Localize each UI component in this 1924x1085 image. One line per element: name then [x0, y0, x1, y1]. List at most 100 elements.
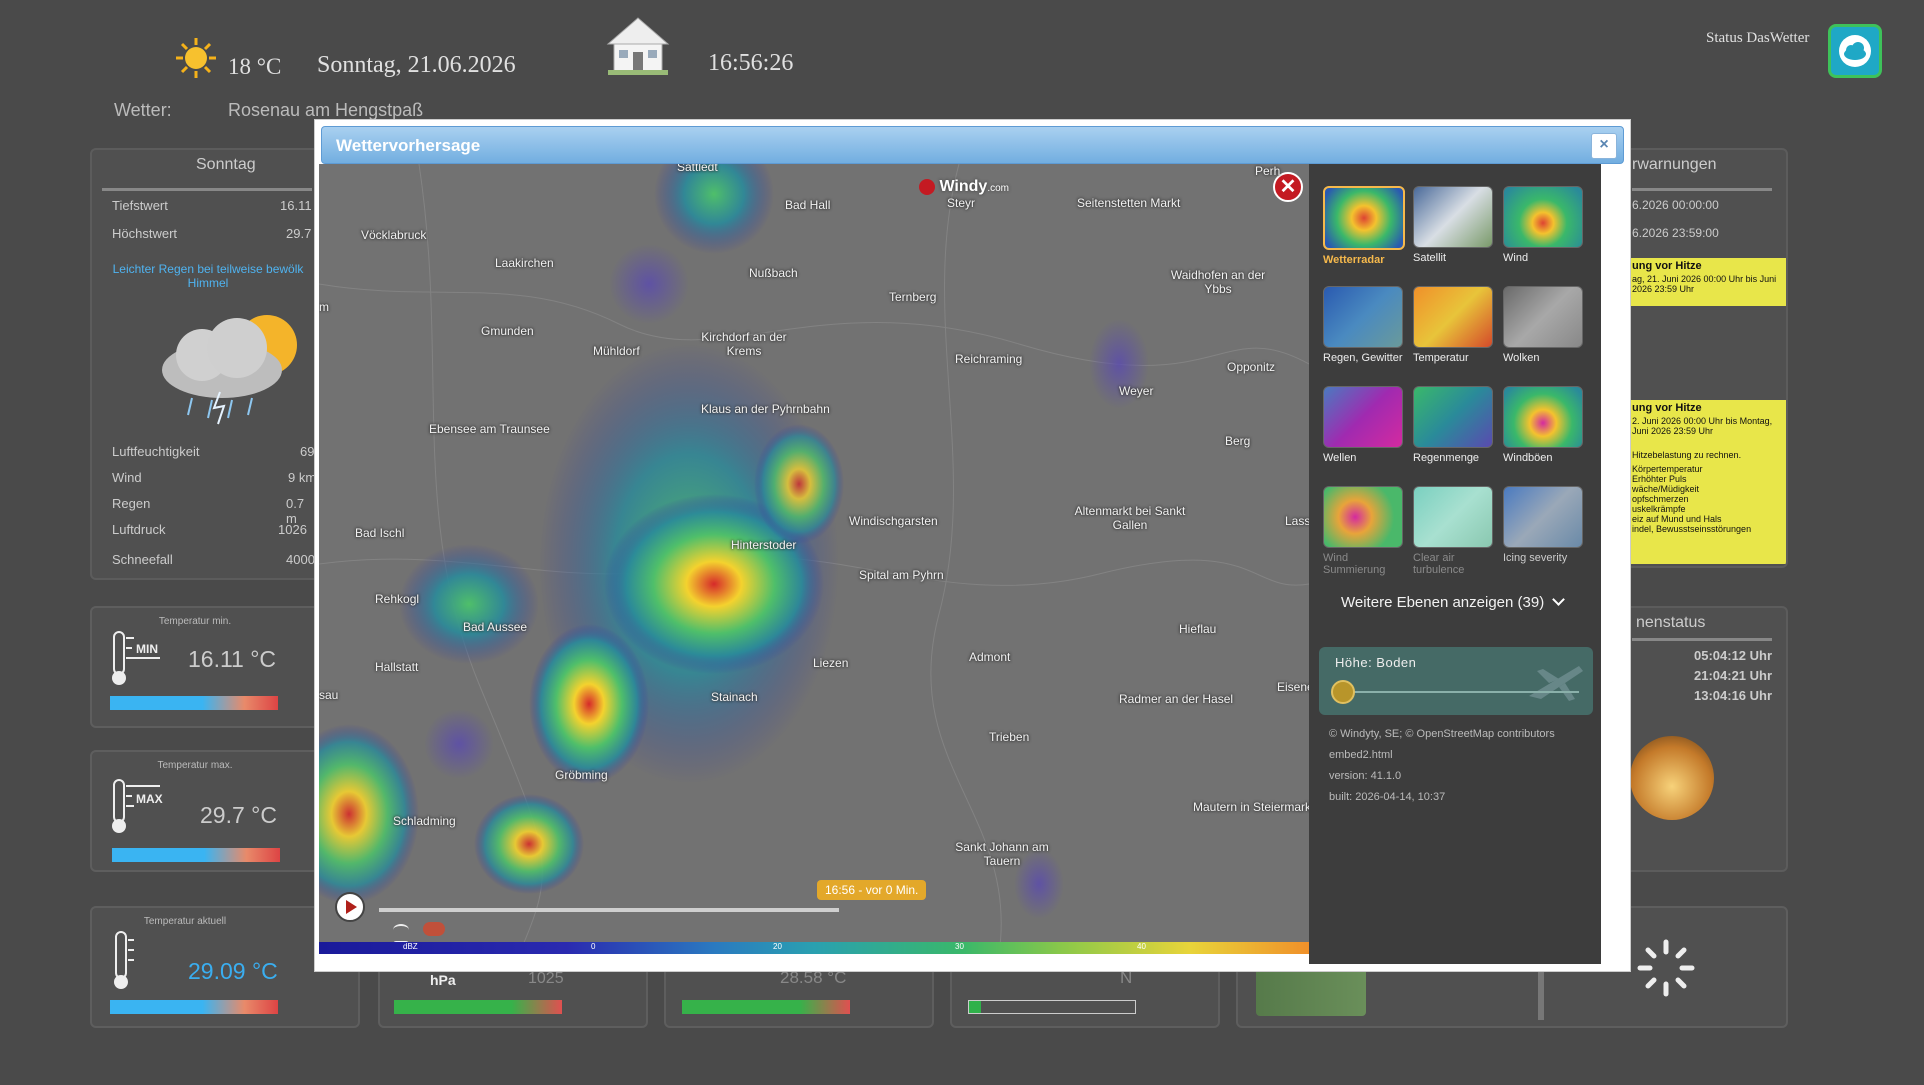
town-label: Trieben — [989, 730, 1030, 744]
scale-tick: 40 — [1137, 942, 1146, 951]
town-label: Klaus an der Pyhrnbahn — [701, 402, 830, 416]
thermometer-current-icon — [112, 930, 142, 992]
cloud-status-icon[interactable] — [1828, 24, 1882, 78]
loading-spinner-icon — [1636, 938, 1696, 998]
sunset-tree-image — [1630, 736, 1714, 820]
rain-label: Regen — [112, 496, 151, 511]
radar-thumb — [1323, 186, 1405, 250]
heat-warning-2-title: ung vor Hitze — [1632, 402, 1702, 414]
town-label: Radmer an der Hasel — [1119, 692, 1234, 706]
credits-text: © Windyty, SE; © OpenStreetMap contribut… — [1329, 728, 1555, 740]
snowfall-label: Schneefall — [112, 552, 173, 567]
layer-label: Temperatur — [1413, 352, 1469, 364]
timeline-label[interactable]: 16:56 - vor 0 Min. — [817, 880, 927, 900]
layer-wind-summierung[interactable]: Wind Summierung — [1323, 486, 1403, 576]
windy-logo-suffix: .com — [987, 183, 1009, 194]
temp-min-value: 16.11 °C — [188, 646, 277, 672]
slow-speed-icon[interactable] — [393, 924, 409, 936]
more-layers-button[interactable]: Weitere Ebenen anzeigen (39) — [1341, 593, 1566, 611]
chevron-down-icon — [1552, 593, 1566, 606]
height-slider-handle[interactable] — [1331, 680, 1355, 704]
layer-temperatur[interactable]: Temperatur — [1413, 286, 1493, 364]
radar-scale: dBZ 0 20 30 40 — [319, 942, 1309, 954]
symptom-6: eiz auf Mund und Hals — [1632, 514, 1722, 524]
sun-status-panel: nenstatus 05:04:12 Uhr 21:04:21 Uhr 13:0… — [1620, 606, 1788, 872]
town-label: Admont — [969, 650, 1011, 664]
weather-label: Wetter: — [114, 100, 172, 120]
rain-cloud-icon — [142, 300, 312, 430]
town-label: Laakirchen — [495, 256, 554, 270]
town-label: Stainach — [711, 690, 758, 704]
layer-regen-gewitter[interactable]: Regen, Gewitter — [1323, 286, 1403, 364]
windy-logo-icon — [919, 178, 935, 195]
thermometer-max-icon — [110, 778, 164, 834]
humidity-value: 69 — [300, 444, 315, 459]
height-slider-track[interactable] — [1343, 691, 1579, 693]
town-label: Sankt Johann am Tauern — [955, 840, 1049, 868]
sun-status-title: nenstatus — [1636, 614, 1706, 631]
layer-wetterradar[interactable]: Wetterradar — [1323, 186, 1405, 266]
rain-thumb — [1323, 286, 1403, 348]
tiefstwert-label: Tiefstwert — [112, 198, 168, 213]
layer-wind[interactable]: Wind — [1503, 186, 1583, 264]
town-label: Waidhofen an der Ybbs — [1170, 268, 1266, 296]
header-date: Sonntag, 21.06.2026 — [317, 52, 516, 78]
medium-speed-icon[interactable] — [423, 922, 446, 936]
layer-label: Regenmenge — [1413, 452, 1480, 464]
forecast-day-panel: Sonntag Tiefstwert 16.11 Höchstwert 29.7… — [90, 148, 320, 580]
town-label: Perh — [1255, 164, 1281, 178]
layer-windboeen[interactable]: Windböen — [1503, 386, 1583, 464]
timeline-track[interactable] — [379, 908, 839, 912]
layer-icing-severity[interactable]: Icing severity — [1503, 486, 1583, 564]
town-label: Ternberg — [889, 290, 937, 304]
town-label: Hallstatt — [375, 660, 419, 674]
wind-thumb — [1503, 186, 1583, 248]
status-label: Status DasWetter — [1706, 30, 1810, 46]
scale-unit: dBZ — [403, 942, 418, 951]
town-label: Bad Hall — [785, 198, 831, 212]
temp-max-bar — [112, 848, 280, 862]
symptom-1: Körpertemperatur — [1632, 464, 1703, 474]
house-icon[interactable] — [606, 16, 670, 76]
layer-clear-air-turbulence[interactable]: Clear air turbulence — [1413, 486, 1493, 576]
town-label: Eisene — [1277, 680, 1309, 694]
town-label: Liezen — [813, 656, 849, 670]
temp-other-bar — [682, 1000, 850, 1014]
more-layers-label: Weitere Ebenen anzeigen (39) — [1341, 594, 1545, 611]
town-label: Weyer — [1119, 384, 1154, 398]
town-label: Mautern in Steiermark — [1193, 800, 1309, 814]
radar-map[interactable]: Windy.com ✕ Sattledt Bad Hall Steyr Seit… — [319, 164, 1309, 954]
layer-label: Clear air turbulence — [1413, 552, 1465, 576]
forecast-modal: Wettervorhersage × Windy.com ✕ Sattledt … — [314, 119, 1631, 972]
play-button[interactable] — [335, 892, 365, 922]
heat-warning-2[interactable]: ung vor Hitze 2. Juni 2026 00:00 Uhr bis… — [1628, 400, 1786, 564]
town-label: Mühldorf — [593, 344, 640, 358]
layer-wolken[interactable]: Wolken — [1503, 286, 1583, 364]
layer-label: Satellit — [1413, 252, 1447, 264]
version-text: version: 41.1.0 — [1329, 770, 1402, 782]
town-label: Gröbming — [555, 768, 608, 782]
hoechstwert-value: 29.7 — [286, 226, 312, 241]
modal-close-button[interactable]: × — [1591, 133, 1617, 159]
waves-thumb — [1323, 386, 1403, 448]
scale-tick: 30 — [955, 942, 964, 951]
town-label: Bad Ischl — [355, 526, 405, 540]
temp-max-badge: MAX — [136, 792, 163, 806]
symptom-4: opfschmerzen — [1632, 494, 1689, 504]
layer-wellen[interactable]: Wellen — [1323, 386, 1403, 464]
layer-regenmenge[interactable]: Regenmenge — [1413, 386, 1493, 464]
height-label: Höhe: Boden — [1335, 655, 1417, 670]
heat-warning-1[interactable]: ung vor Hitze ag, 21. Juni 2026 00:00 Uh… — [1628, 258, 1786, 306]
town-label: Seitenstetten Markt — [1077, 196, 1181, 210]
day-title: Sonntag — [196, 156, 256, 173]
layer-label: Icing severity — [1503, 552, 1568, 564]
icing-thumb — [1503, 486, 1583, 548]
warnings-title: rwarnungen — [1632, 156, 1717, 173]
windy-logo[interactable]: Windy.com — [919, 178, 1009, 196]
wind-accumulation-thumb — [1323, 486, 1403, 548]
layer-satellit[interactable]: Satellit — [1413, 186, 1493, 264]
pressure-bar — [394, 1000, 562, 1014]
animation-icons[interactable] — [393, 922, 473, 954]
layer-label: Wellen — [1323, 452, 1357, 464]
play-icon — [346, 900, 357, 914]
